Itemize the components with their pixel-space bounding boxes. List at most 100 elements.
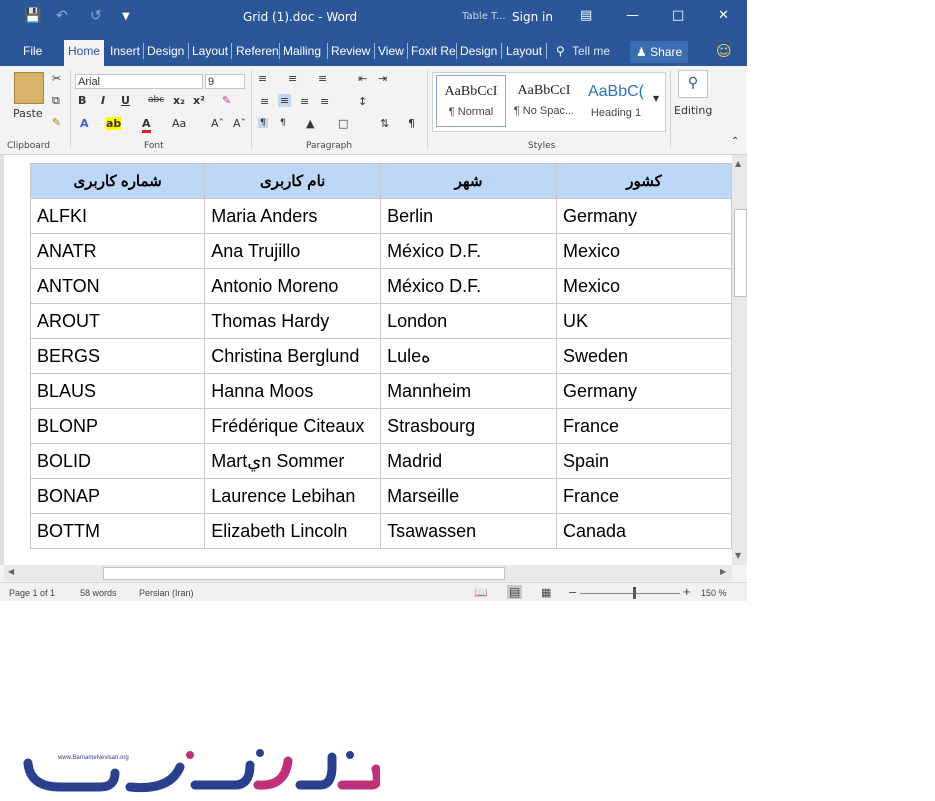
style-normal[interactable]: AaBbCcI ¶ Normal	[436, 75, 506, 127]
web-layout-icon[interactable]: ▦	[541, 586, 551, 599]
cut-icon[interactable]: ✂	[52, 72, 61, 85]
horizontal-scroll-thumb[interactable]	[103, 567, 505, 580]
clear-formatting-icon[interactable]: ✎	[222, 94, 231, 107]
grow-font-icon[interactable]: Aˆ	[211, 117, 224, 130]
align-center-icon[interactable]: ≡	[278, 94, 292, 107]
ltr-direction-icon[interactable]: ¶	[258, 118, 268, 128]
table-cell[interactable]: ALFKI	[29, 198, 206, 234]
tab-references[interactable]: Referen	[236, 44, 279, 58]
tab-table-design[interactable]: Design	[460, 44, 497, 58]
tab-home[interactable]: Home	[64, 40, 105, 66]
paste-button[interactable]: Paste	[13, 107, 43, 120]
borders-icon[interactable]: □	[338, 117, 348, 130]
line-spacing-icon[interactable]: ↕	[358, 95, 367, 108]
table-cell[interactable]: AROUT	[29, 303, 206, 339]
table-header-cell[interactable]: شماره کاربری	[29, 163, 206, 199]
table-cell[interactable]: Mexico	[556, 268, 732, 304]
vertical-scrollbar[interactable]: ▲ ▼	[732, 155, 747, 565]
table-cell[interactable]: Marseille	[380, 478, 557, 514]
table-cell[interactable]: Elizabeth Lincoln	[204, 513, 382, 549]
print-layout-icon[interactable]: ▤	[507, 585, 523, 599]
table-cell[interactable]: BOLID	[29, 443, 206, 479]
zoom-level[interactable]: 150 %	[701, 588, 727, 598]
table-cell[interactable]: Strasbourg	[380, 408, 557, 444]
styles-more-icon[interactable]: ▼	[653, 94, 659, 103]
collapse-ribbon-icon[interactable]: ⌃	[731, 136, 739, 147]
table-cell[interactable]: BERGS	[29, 338, 206, 374]
numbering-icon[interactable]: ≡	[288, 72, 297, 85]
subscript-button[interactable]: x₂	[173, 94, 185, 107]
align-right-icon[interactable]: ≡	[300, 95, 309, 108]
table-header-cell[interactable]: نام کاربری	[204, 163, 382, 199]
table-cell[interactable]: Sweden	[556, 338, 732, 374]
table-cell[interactable]: UK	[556, 303, 732, 339]
change-case-button[interactable]: Aa	[172, 117, 186, 130]
language-indicator[interactable]: Persian (Iran)	[139, 588, 194, 598]
table-cell[interactable]: Christina Berglund	[204, 338, 382, 374]
strikethrough-button[interactable]: abc	[148, 95, 164, 105]
zoom-slider[interactable]	[580, 593, 680, 594]
bold-button[interactable]: B	[78, 94, 86, 107]
table-cell[interactable]: ANTON	[29, 268, 206, 304]
vertical-scroll-thumb[interactable]	[734, 209, 747, 297]
minimize-icon[interactable]: —	[626, 8, 639, 23]
italic-button[interactable]: I	[101, 94, 105, 107]
read-mode-icon[interactable]: 📖	[474, 586, 488, 599]
highlight-color-icon[interactable]: ab	[106, 117, 122, 130]
ribbon-display-options-icon[interactable]: ▤	[580, 8, 592, 23]
table-cell[interactable]: México D.F.	[380, 268, 557, 304]
tab-design[interactable]: Design	[147, 44, 184, 58]
table-cell[interactable]: Thomas Hardy	[204, 303, 382, 339]
sort-icon[interactable]: ⇅	[380, 117, 389, 130]
maximize-icon[interactable]: □	[672, 8, 684, 23]
font-size-box[interactable]: 9	[205, 74, 245, 89]
style-no-spacing[interactable]: AaBbCcI ¶ No Spac...	[509, 75, 579, 127]
underline-button[interactable]: U	[121, 94, 130, 107]
table-cell[interactable]: Tsawassen	[380, 513, 557, 549]
table-cell[interactable]: Laurence Lebihan	[204, 478, 382, 514]
find-icon[interactable]: ⚲	[678, 70, 708, 98]
tab-insert[interactable]: Insert	[110, 44, 140, 58]
zoom-slider-thumb[interactable]	[633, 587, 636, 599]
table-cell[interactable]: BLONP	[29, 408, 206, 444]
table-header-cell[interactable]: کشور	[556, 163, 732, 199]
editing-button[interactable]: Editing	[674, 104, 712, 117]
table-cell[interactable]: Germany	[556, 198, 732, 234]
close-icon[interactable]: ✕	[718, 8, 729, 23]
table-cell[interactable]: London	[380, 303, 557, 339]
bullets-icon[interactable]: ≡	[258, 72, 267, 85]
customize-qat-icon[interactable]: ▼	[122, 11, 130, 22]
table-cell[interactable]: Canada	[556, 513, 732, 549]
text-effects-icon[interactable]: A	[80, 117, 89, 130]
tab-foxit-reader[interactable]: Foxit Re	[411, 44, 456, 58]
font-color-icon[interactable]: A	[142, 117, 151, 133]
multilevel-list-icon[interactable]: ≡	[318, 72, 327, 85]
save-icon[interactable]: 💾	[24, 8, 41, 24]
table-cell[interactable]: México D.F.	[380, 233, 557, 269]
decrease-indent-icon[interactable]: ⇤	[358, 72, 367, 85]
superscript-button[interactable]: x²	[193, 94, 205, 107]
rtl-direction-icon[interactable]: ¶	[280, 118, 286, 128]
font-name-box[interactable]: Arial	[75, 74, 203, 89]
table-cell[interactable]: ANATR	[29, 233, 206, 269]
table-cell[interactable]: BLAUS	[29, 373, 206, 409]
undo-icon[interactable]: ↶	[56, 8, 68, 24]
table-cell[interactable]: Martيn Sommer	[204, 443, 382, 479]
tab-file[interactable]: File	[23, 44, 42, 58]
table-cell[interactable]: Mexico	[556, 233, 732, 269]
table-cell[interactable]: BOTTM	[29, 513, 206, 549]
justify-icon[interactable]: ≡	[320, 95, 329, 108]
redo-icon[interactable]: ↺	[90, 8, 102, 24]
table-cell[interactable]: Luleه	[380, 338, 557, 374]
table-cell[interactable]: Maria Anders	[204, 198, 382, 234]
increase-indent-icon[interactable]: ⇥	[378, 72, 387, 85]
table-cell[interactable]: Berlin	[380, 198, 557, 234]
tab-mailings[interactable]: Mailing	[283, 44, 321, 58]
format-painter-icon[interactable]: ✎	[52, 116, 61, 129]
table-cell[interactable]: Ana Trujillo	[204, 233, 382, 269]
copy-icon[interactable]: ⧉	[52, 94, 60, 108]
tab-layout[interactable]: Layout	[192, 44, 228, 58]
align-left-icon[interactable]: ≡	[260, 95, 269, 108]
document-page[interactable]: شماره کاربری نام کاربری شهر کشور ALFKI Ma…	[4, 155, 732, 565]
tab-table-layout[interactable]: Layout	[506, 44, 542, 58]
